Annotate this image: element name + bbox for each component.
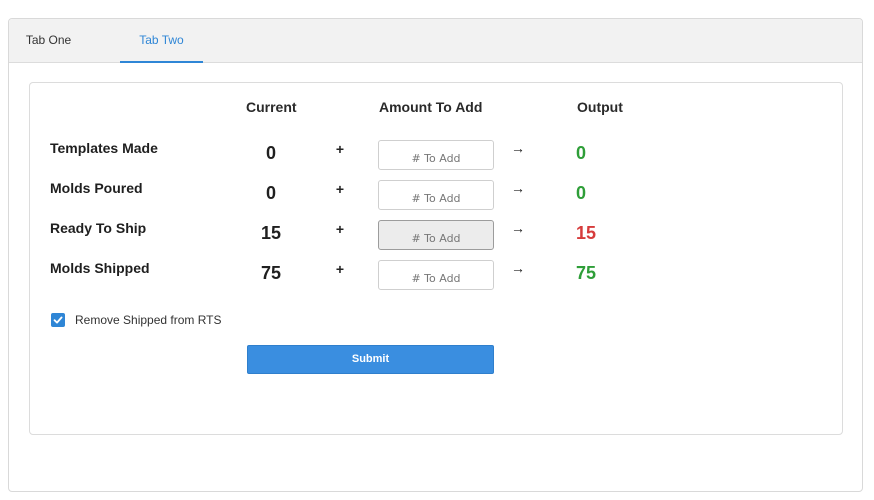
plus-sign: + xyxy=(335,141,345,157)
tab-one[interactable]: Tab One xyxy=(9,19,88,62)
header-current: Current xyxy=(246,99,297,115)
header-amount-to-add: Amount To Add xyxy=(379,99,483,115)
active-tab-indicator xyxy=(120,61,203,63)
arrow-right-icon: → xyxy=(511,260,525,276)
plus-sign: + xyxy=(335,221,345,237)
output-templates-made: 0 xyxy=(576,143,587,163)
output-ready-to-ship: 15 xyxy=(576,223,597,243)
output-molds-poured: 0 xyxy=(576,183,587,203)
plus-sign: + xyxy=(335,181,345,197)
amount-input-templates-made[interactable] xyxy=(378,140,494,170)
row-label-ready-to-ship: Ready To Ship xyxy=(50,220,147,236)
remove-shipped-label: Remove Shipped from RTS xyxy=(75,313,222,327)
plus-sign: + xyxy=(335,261,345,277)
header-output: Output xyxy=(577,99,623,115)
row-label-molds-shipped: Molds Shipped xyxy=(50,260,150,276)
arrow-right-icon: → xyxy=(511,220,525,236)
inventory-panel: Current Amount To Add Output Templates M… xyxy=(29,82,843,435)
row-label-templates-made: Templates Made xyxy=(50,140,158,156)
tab-two[interactable]: Tab Two xyxy=(120,19,203,63)
tabs-container: Tab One Tab Two Current Amount To Add Ou… xyxy=(8,18,863,492)
arrow-right-icon: → xyxy=(511,180,525,196)
tab-bar: Tab One Tab Two xyxy=(9,19,862,63)
current-molds-shipped: 75 xyxy=(260,263,282,283)
row-label-molds-poured: Molds Poured xyxy=(50,180,143,196)
current-ready-to-ship: 15 xyxy=(260,223,282,243)
amount-input-molds-poured[interactable] xyxy=(378,180,494,210)
remove-shipped-checkbox[interactable] xyxy=(51,313,65,327)
checkmark-icon xyxy=(53,316,63,324)
current-templates-made: 0 xyxy=(265,143,276,163)
remove-shipped-option[interactable]: Remove Shipped from RTS xyxy=(51,312,222,328)
output-molds-shipped: 75 xyxy=(576,263,597,283)
current-molds-poured: 0 xyxy=(265,183,276,203)
tab-two-label: Tab Two xyxy=(139,33,184,47)
amount-input-ready-to-ship xyxy=(378,220,494,250)
submit-button[interactable]: Submit xyxy=(247,345,494,374)
amount-input-molds-shipped[interactable] xyxy=(378,260,494,290)
arrow-right-icon: → xyxy=(511,140,525,156)
